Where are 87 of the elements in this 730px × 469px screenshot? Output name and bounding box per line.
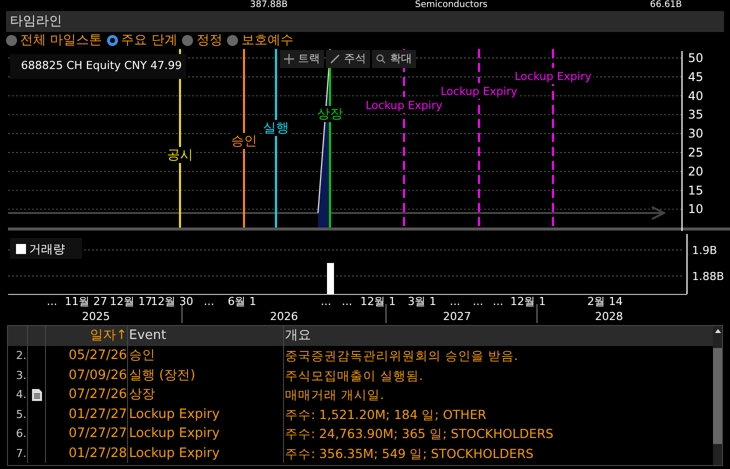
year-label: 2025 [82, 310, 110, 323]
tool-button[interactable]: 트랙 [280, 50, 324, 68]
column-header[interactable]: 개요 [284, 326, 713, 346]
legend-label: 688825 CH Equity CNY 47.99 [21, 58, 182, 74]
table-cell: 05/27/26 [46, 346, 128, 366]
table-cell: 실행 (장전) [128, 366, 284, 385]
table-cell: 07/27/27 [46, 424, 128, 444]
table-cell-text: 주수: 1,521.20M; 184 일; OTHER [284, 406, 488, 424]
panel-title: 타임라인 [6, 11, 724, 32]
date-tick-label: 2월 14 [587, 295, 623, 308]
date-tick-label: ... [472, 295, 484, 308]
row-number: 5. [8, 404, 28, 424]
tool-button[interactable]: 확대 [372, 50, 416, 68]
scroll-up-icon[interactable] [714, 329, 720, 333]
axis-tick-label: 10 [688, 202, 704, 216]
year-label: 2026 [270, 310, 298, 323]
event-label: 공시 [167, 148, 193, 163]
row-number: 6. [8, 424, 28, 444]
summary-value: Semiconductors [415, 0, 488, 10]
axis-tick-label: 1.9B [692, 244, 718, 257]
table-cell: 01/27/28 [46, 444, 128, 463]
event-label: Lockup Expiry [440, 85, 518, 98]
axis-tick-label: 1.88B [692, 270, 724, 283]
axis-tick-label: 50 [688, 51, 704, 65]
date-tick-label: 12월 1 [360, 295, 396, 308]
row-number: 7. [8, 444, 28, 463]
date-tick-label: ... [450, 295, 460, 308]
crosshair-icon [284, 54, 294, 64]
table-cell: Lockup Expiry [128, 444, 284, 463]
year-label: 2028 [595, 310, 623, 323]
radio-button[interactable] [182, 35, 194, 46]
table-cell: 01/27/27 [46, 404, 128, 424]
date-tick-label: ... [320, 295, 332, 308]
axis-tick-label: 20 [688, 164, 704, 178]
axis-tick-label: 30 [688, 126, 704, 141]
pencil-icon [330, 54, 340, 64]
axis-tick-label: 15 [688, 183, 704, 198]
summary-value: 387.88B [250, 0, 288, 10]
table-cell: Lockup Expiry [128, 424, 284, 444]
table-cell: 승인 [128, 346, 284, 366]
row-number: 4. [8, 385, 28, 404]
table-cell-text: 주수: 24,763.90M; 365 일; STOCKHOLDERS [284, 425, 554, 443]
magnifier-icon [376, 54, 386, 64]
event-label: 상장 [317, 107, 343, 122]
event-label: 실행 [263, 121, 289, 136]
radio-button[interactable] [227, 35, 238, 46]
tool-button[interactable]: 주석 [326, 50, 370, 68]
axis-tick-label: 35 [688, 108, 704, 122]
filter-label[interactable]: 주요 단계 [121, 32, 178, 48]
column-header[interactable]: Event [128, 326, 284, 346]
filter-label[interactable]: 보호예수 [241, 32, 294, 48]
row-number: 3. [8, 366, 28, 385]
date-tick-label: 6월 1 [228, 295, 256, 308]
table-cell-text: 주식모집매출이 실행됨. [284, 366, 424, 384]
radio-button[interactable] [6, 35, 17, 46]
date-tick-label: 12월 30 [150, 295, 194, 308]
year-label: 2027 [443, 310, 471, 323]
date-tick-label: 3월 1 [408, 295, 436, 308]
event-label: Lockup Expiry [514, 70, 592, 83]
date-tick-label: 12월 17 [110, 295, 152, 308]
table-cell-text: 매매거래 개시일. [284, 386, 385, 404]
date-tick-label: 12월 1 [510, 295, 546, 308]
row-number: 2. [8, 346, 28, 366]
table-cell-text: 주수: 356.35M; 549 일; STOCKHOLDERS [284, 444, 535, 462]
axis-tick-label: 45 [688, 70, 704, 84]
column-header[interactable]: 일자↑ [46, 326, 128, 346]
table-cell: 07/27/26 [46, 385, 128, 404]
radio-button[interactable] [107, 35, 118, 46]
axis-tick-label: 40 [688, 88, 704, 103]
legend-swatch [16, 244, 26, 254]
axis-tick-label: 25 [688, 146, 704, 160]
event-label: 승인 [231, 134, 257, 149]
event-label: Lockup Expiry [366, 99, 442, 112]
summary-value: 66.61B [650, 0, 682, 10]
date-tick-label: ... [46, 295, 58, 308]
table-cell-text: 중국증권감독관리위원회의 승인을 받음. [284, 347, 519, 365]
legend-label: 거래량 [29, 240, 65, 258]
table-cell: 07/09/26 [46, 366, 128, 385]
filter-label[interactable]: 정정 [196, 32, 222, 48]
date-tick-label: ... [204, 295, 214, 308]
scrollbar[interactable] [713, 326, 722, 465]
table-cell: 상장 [128, 385, 284, 404]
filter-label[interactable]: 전체 마일스톤 [20, 32, 102, 48]
table-cell: Lockup Expiry [128, 404, 284, 424]
date-tick-label: ... [492, 295, 504, 308]
date-tick-label: ... [342, 295, 352, 308]
date-tick-label: 11월 27 [64, 295, 108, 308]
